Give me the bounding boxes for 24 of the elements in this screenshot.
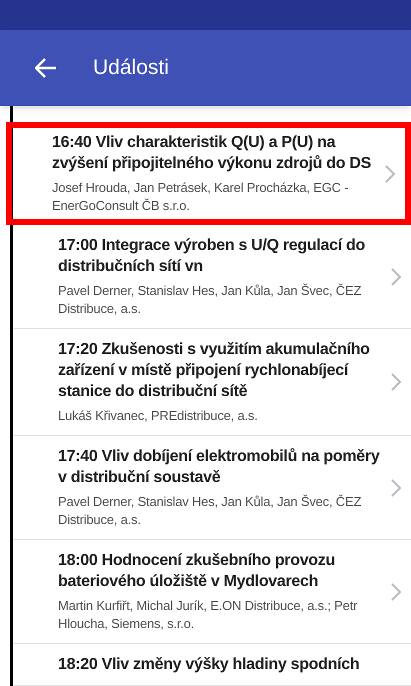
event-authors: Pavel Derner, Stanislav Hes, Jan Kůla, Jan Švec, ČEZ Distribuce, a.s. [58, 282, 362, 318]
event-authors: Martin Kurfiřt, Michal Jurík, E.ON Distribuce, a.s.; Petr Hloucha, Siemens, s.r.o. [58, 597, 358, 633]
event-title: 16:40 Vliv charakteristik Q(U) a P(U) na zvýšení připojitelného výkonu zdrojů do DS [52, 133, 372, 174]
chevron-right-icon [391, 478, 401, 496]
chevron-right-icon [391, 373, 401, 391]
event-list-item[interactable]: 18:20 Vliv změny výšky hladiny spodních [13, 644, 411, 686]
chevron-right-icon [391, 268, 401, 286]
event-title: 17:20 Zkušenosti s využitím akumulačního zařízení v místě připojení rychlonabíjecí stanice do distribuční sítě [58, 340, 371, 402]
event-authors: Josef Hrouda, Jan Petrásek, Karel Procházka, EGC - EnerGoConsult ČB s.r.o. [52, 179, 350, 215]
chevron-right-icon [385, 164, 395, 182]
chevron-right-icon [391, 582, 401, 600]
screen-title: Události [93, 55, 169, 82]
event-title: 18:20 Vliv změny výšky hladiny spodních [58, 655, 360, 675]
event-title: 18:00 Hodnocení zkušebního provozu bateriového úložiště v Mydlovarech [58, 551, 336, 592]
event-list-item[interactable]: 17:20 Zkušenosti s využitím akumulačního zařízení v místě připojení rychlonabíjecí stanice do distribuční sítě Lukáš Křivanec, PREdistribuce, a.s. [13, 329, 411, 436]
event-list-item[interactable]: 17:40 Vliv dobíjení elektromobilů na poměry v distribuční soustavě Pavel Derner, Stanislav Hes, Jan Kůla, Jan Švec, ČEZ Distribuce, a.s. [13, 436, 411, 540]
event-authors: Pavel Derner, Stanislav Hes, Jan Kůla, Jan Švec, ČEZ Distribuce, a.s. [58, 493, 362, 529]
back-arrow-icon [35, 58, 57, 78]
event-list-item[interactable]: 17:00 Integrace výroben s U/Q regulací do distribučních sítí vn Pavel Derner, Stanislav Hes, Jan Kůla, Jan Švec, ČEZ Distribuce, a.s. [13, 225, 411, 329]
event-title: 17:00 Integrace výroben s U/Q regulací do distribučních sítí vn [58, 236, 366, 277]
event-title: 17:40 Vliv dobíjení elektromobilů na poměry v distribuční soustavě [58, 447, 381, 488]
event-list-item[interactable]: 16:40 Vliv charakteristik Q(U) a P(U) na zvýšení připojitelného výkonu zdrojů do DS Josef Hrouda, Jan Petrásek, Karel Procházka, EGC - EnerGoConsult ČB s.r.o. [6, 122, 411, 225]
event-authors: Lukáš Křivanec, PREdistribuce, a.s. [58, 407, 259, 425]
event-list-item[interactable]: 18:00 Hodnocení zkušebního provozu bateriového úložiště v Mydlovarech Martin Kurfiřt, Michal Jurík, E.ON Distribuce, a.s.; Petr Hloucha, Siemens, s.r.o. [13, 540, 411, 644]
